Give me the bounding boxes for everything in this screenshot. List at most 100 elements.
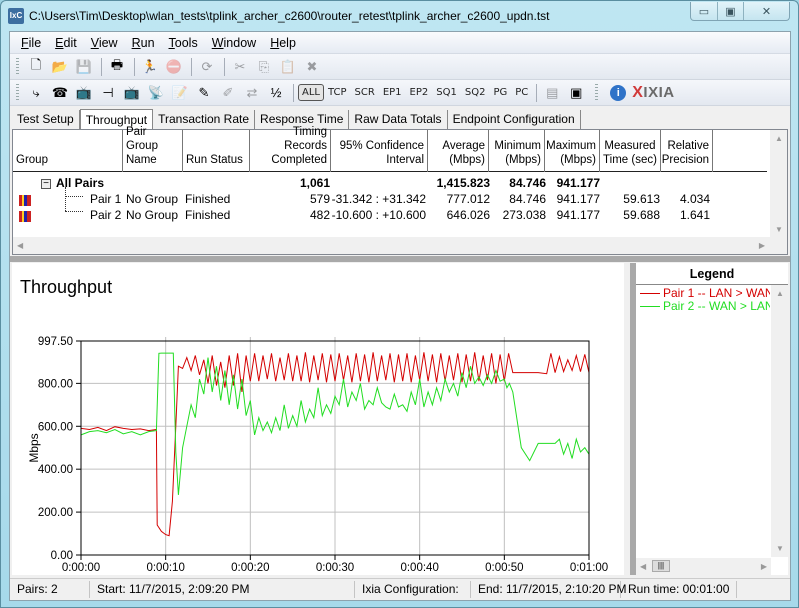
scroll-left-icon[interactable]: ◀ xyxy=(17,241,23,250)
renumber-button[interactable]: ½ xyxy=(265,83,287,103)
tab-endpoint-configuration[interactable]: Endpoint Configuration xyxy=(448,110,581,129)
filter-sq1-button[interactable]: SQ1 xyxy=(432,87,461,98)
menu-view[interactable]: View xyxy=(84,36,125,50)
standard-toolbar: 🗋 📂 💾 🖶 🏃 ⛔ ⟳ ✂ ⎘ 📋 ✖ xyxy=(10,54,790,80)
column-header-run-status[interactable]: Run Status xyxy=(183,130,250,172)
print-button[interactable]: 🖶 xyxy=(106,57,128,77)
filter-pc-button[interactable]: PC xyxy=(511,87,532,98)
menu-help[interactable]: Help xyxy=(263,36,303,50)
toolbar-grip[interactable] xyxy=(16,57,19,76)
scroll-right-icon[interactable]: ▶ xyxy=(759,241,765,250)
column-header-minimum-mbps-[interactable]: Minimum (Mbps) xyxy=(489,130,545,172)
column-header-maximum-mbps-[interactable]: Maximum (Mbps) xyxy=(545,130,600,172)
column-header-line2: Run Status xyxy=(186,154,243,166)
menu-run[interactable]: Run xyxy=(125,36,162,50)
legend-line-swatch xyxy=(640,293,660,295)
filter-scr-button[interactable]: SCR xyxy=(351,87,379,98)
menu-bar: File Edit View Run Tools Window Help xyxy=(10,32,790,54)
scroll-left-icon[interactable]: ◀ xyxy=(640,562,646,571)
network-button[interactable]: ⊣ xyxy=(97,83,119,103)
column-header-timing-records-completed[interactable]: Timing Records Completed xyxy=(250,126,331,172)
filter-all-button[interactable]: ALL xyxy=(298,84,324,101)
close-button[interactable]: ✕ xyxy=(744,2,789,20)
pane-splitter[interactable] xyxy=(10,256,790,262)
ixia-x-mark: X xyxy=(632,83,644,101)
save-results-icon: ▣ xyxy=(570,84,583,100)
column-header-line2: Completed xyxy=(271,154,327,166)
table-horizontal-scrollbar[interactable]: ◀ ▶ xyxy=(13,237,787,254)
stop-button[interactable]: ⛔ xyxy=(163,57,185,77)
stop-icon: ⛔ xyxy=(165,58,183,74)
filter-ep2-button[interactable]: EP2 xyxy=(406,87,433,98)
summary-row[interactable]: − All Pairs 1,061 1,415.823 84.746 941.1… xyxy=(13,175,767,191)
minimize-button[interactable]: ▭ xyxy=(691,2,718,20)
app-window: IxC C:\Users\Tim\Desktop\wlan_tests\tpli… xyxy=(0,0,799,608)
run-button[interactable]: 🏃 xyxy=(139,57,161,77)
copy-button[interactable]: ⎘ xyxy=(253,57,275,77)
scroll-down-icon[interactable]: ▼ xyxy=(775,225,783,234)
broadcast-button[interactable]: 📡 xyxy=(145,83,167,103)
save-results-button[interactable]: ▣ xyxy=(565,83,587,103)
column-header-average-mbps-[interactable]: Average (Mbps) xyxy=(428,130,489,172)
column-header-measured-time-sec-[interactable]: Measured Time (sec) xyxy=(600,130,661,172)
table-vertical-scrollbar[interactable]: ▲ ▼ xyxy=(770,130,787,238)
filter-pg-button[interactable]: PG xyxy=(489,87,511,98)
legend-item[interactable]: Pair 1 -- LAN > WAN a xyxy=(640,286,770,300)
cut-icon: ✂ xyxy=(234,58,246,74)
column-header-line1: Pair Group xyxy=(126,126,158,152)
column-header-group[interactable]: Group xyxy=(13,130,123,172)
delete-button[interactable]: ✖ xyxy=(301,57,323,77)
menu-edit[interactable]: Edit xyxy=(48,36,84,50)
column-header-relative-precision[interactable]: Relative Precision xyxy=(661,130,713,172)
menu-tools[interactable]: Tools xyxy=(162,36,205,50)
swap-button[interactable]: ⇄ xyxy=(241,83,263,103)
scroll-up-icon[interactable]: ▲ xyxy=(775,134,783,143)
edit-script-button[interactable]: 📝 xyxy=(169,83,191,103)
legend-vertical-scrollbar[interactable]: ▲ ▼ xyxy=(771,285,788,557)
edit-pair-button[interactable]: ✎ xyxy=(193,83,215,103)
toolbar-grip xyxy=(595,83,599,102)
refresh-button[interactable]: ⟳ xyxy=(196,57,218,77)
multicast-button[interactable]: 📺 xyxy=(73,83,95,103)
video-pair-button[interactable]: 📺 xyxy=(121,83,143,103)
table-row[interactable]: Pair 2 No Group Finished 482 -10.600 : +10.6… xyxy=(13,207,767,223)
info-icon[interactable]: i xyxy=(610,84,627,101)
toolbar-grip[interactable] xyxy=(16,83,19,102)
summary-maximum: 941.177 xyxy=(556,176,600,190)
column-header-line1: Relative xyxy=(667,140,709,152)
table-row[interactable]: Pair 1 No Group Finished 579 -31.342 : +31.3… xyxy=(13,191,767,207)
maximize-icon: ▣ xyxy=(725,5,736,18)
maximize-button[interactable]: ▣ xyxy=(718,2,744,20)
rename-button[interactable]: ✐ xyxy=(217,83,239,103)
filter-sq2-button[interactable]: SQ2 xyxy=(461,87,490,98)
x-tick-label: 0:00:50 xyxy=(485,562,523,574)
menu-file[interactable]: File xyxy=(14,36,48,50)
legend-horizontal-scrollbar[interactable]: ◀ ||| ▶ xyxy=(636,558,771,575)
scroll-up-icon[interactable]: ▲ xyxy=(776,289,784,298)
summary-average: 1,415.823 xyxy=(436,176,490,190)
column-header-95-confidence-interval[interactable]: 95% Confidence Interval xyxy=(331,130,428,172)
legend-item[interactable]: Pair 2 -- WAN > LAN a xyxy=(640,299,770,313)
scroll-down-icon[interactable]: ▼ xyxy=(776,544,784,553)
legend-panel: Legend ▲ ▼ ◀ ||| ▶ Pair 1 -- LAN > WAN a… xyxy=(630,263,788,575)
paste-button[interactable]: 📋 xyxy=(277,57,299,77)
tab-test-setup[interactable]: Test Setup xyxy=(12,110,80,129)
save-button[interactable]: 💾 xyxy=(73,57,95,77)
voip-pair-button[interactable]: ☎ xyxy=(49,83,71,103)
status-end: End: 11/7/2015, 2:10:20 PM xyxy=(471,581,627,598)
open-folder-button[interactable]: 📂 xyxy=(49,57,71,77)
filter-ep1-button[interactable]: EP1 xyxy=(379,87,406,98)
export-button[interactable]: ▤ xyxy=(541,83,563,103)
column-header-pair-group-name[interactable]: Pair Group Name xyxy=(123,126,183,172)
table-header: Group Pair Group Name Run Status Timing Rec… xyxy=(13,126,767,172)
pair-add-button[interactable]: ⤷ xyxy=(25,83,47,103)
filter-tcp-button[interactable]: TCP xyxy=(324,87,351,98)
scroll-right-icon[interactable]: ▶ xyxy=(761,562,767,571)
collapse-toggle[interactable]: − xyxy=(41,175,51,191)
scroll-thumb[interactable]: ||| xyxy=(652,560,670,572)
menu-window[interactable]: Window xyxy=(205,36,263,50)
cut-button[interactable]: ✂ xyxy=(229,57,251,77)
title-bar[interactable]: IxC C:\Users\Tim\Desktop\wlan_tests\tpli… xyxy=(1,1,798,31)
new-file-button[interactable]: 🗋 xyxy=(25,57,47,77)
tab-raw-data-totals[interactable]: Raw Data Totals xyxy=(349,110,448,129)
